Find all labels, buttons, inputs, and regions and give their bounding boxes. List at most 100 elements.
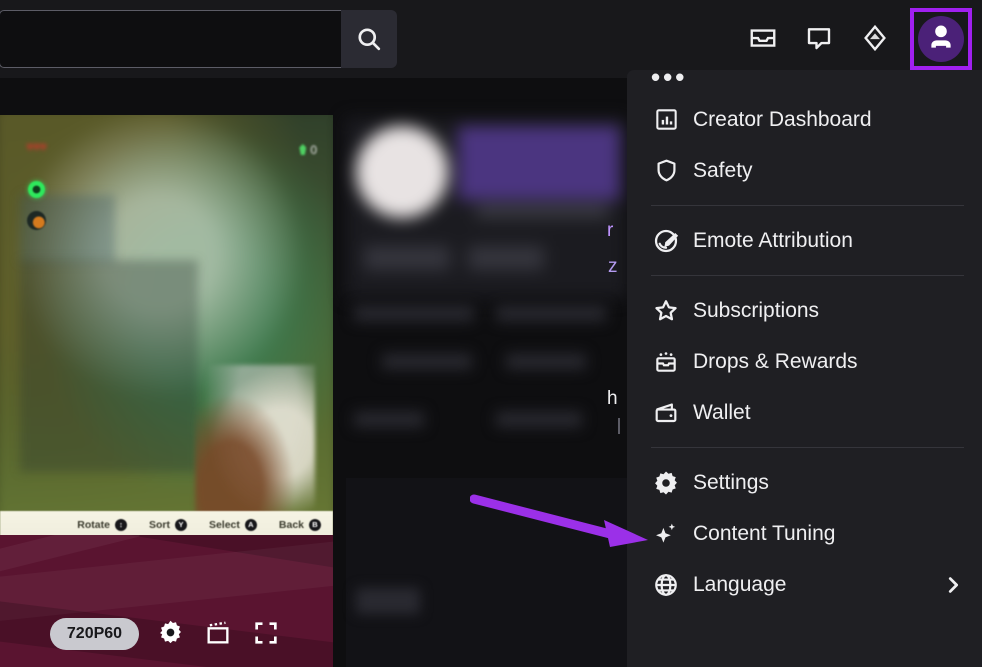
stream-lower-section — [346, 478, 627, 667]
menu-item-language[interactable]: Language — [627, 559, 982, 610]
hud-item: Rotate ↕ — [77, 518, 127, 531]
fullscreen-icon — [252, 619, 280, 650]
hud-label: Rotate — [77, 518, 110, 531]
menu-item-label: Language — [693, 572, 787, 596]
hud-label: Sort — [148, 518, 170, 531]
inbox-icon — [748, 23, 778, 56]
menu-item-label: Settings — [693, 470, 769, 494]
menu-item-label: Drops & Rewards — [693, 349, 858, 373]
game-overlay: ♥♥♥ 0 s built — [0, 115, 333, 545]
menu-item-emote-attribution[interactable]: Emote Attribution — [627, 215, 982, 266]
info-row — [496, 412, 582, 427]
emote-attribution-icon — [651, 226, 681, 256]
hud-button-glyph: Y — [174, 518, 187, 531]
theater-mode-icon — [204, 619, 232, 650]
hud-item: Select A — [208, 518, 257, 531]
channel-title-placeholder — [476, 204, 608, 218]
hud-item: Back B — [278, 518, 321, 531]
stream-info-card — [346, 118, 627, 298]
top-navigation-bar — [0, 0, 982, 78]
game-character-detail — [195, 365, 315, 535]
account-dropdown-menu: ••• Creator Dashboard Safety Emote Attri… — [627, 70, 982, 667]
menu-divider — [651, 447, 964, 448]
hud-label: Back — [278, 518, 304, 531]
drops-rewards-icon — [651, 347, 681, 377]
shield-icon — [651, 156, 681, 186]
menu-item-settings[interactable]: Settings — [627, 457, 982, 508]
hud-item: Sort Y — [148, 518, 187, 531]
menu-item-label: Wallet — [693, 400, 751, 424]
info-row — [382, 354, 472, 369]
occluded-text-fragment: r — [607, 220, 614, 241]
menu-item-label: Content Tuning — [693, 521, 836, 545]
settings-gear-icon — [157, 619, 184, 649]
info-row — [496, 306, 606, 321]
bits-icon — [860, 23, 890, 56]
bits-button[interactable] — [854, 18, 896, 60]
menu-item-label: Safety — [693, 158, 753, 182]
search-button[interactable] — [341, 10, 397, 68]
whispers-button[interactable] — [798, 18, 840, 60]
channel-avatar — [356, 126, 448, 218]
nav-right-actions — [742, 8, 972, 70]
game-hud-bar: Rotate ↕ Sort Y Select A Back B — [0, 511, 333, 538]
quality-badge[interactable]: 720P60 — [49, 618, 140, 650]
rupee-count: 0 — [310, 143, 317, 157]
rupee-gem-icon — [299, 144, 307, 155]
account-menu-button[interactable] — [910, 8, 972, 70]
inbox-button[interactable] — [742, 18, 784, 60]
menu-item-label: Creator Dashboard — [693, 107, 872, 131]
game-health-hearts: ♥♥♥ — [26, 139, 47, 154]
theater-mode-button[interactable] — [201, 617, 235, 651]
hud-button-glyph: A — [244, 518, 257, 531]
hud-label: Select — [208, 518, 240, 531]
menu-overflow-dots: ••• — [651, 70, 688, 92]
player-settings-button[interactable] — [153, 617, 187, 651]
menu-item-wallet[interactable]: Wallet — [627, 387, 982, 438]
info-chip — [356, 588, 420, 614]
menu-item-creator-dashboard[interactable]: Creator Dashboard — [627, 94, 982, 145]
game-rupee-counter: 0 — [299, 143, 317, 157]
channel-action-button — [364, 246, 450, 270]
user-avatar-icon — [924, 20, 958, 59]
menu-divider — [651, 205, 964, 206]
menu-item-label: Subscriptions — [693, 298, 820, 322]
occluded-text-fragment: z — [608, 256, 618, 277]
info-row — [354, 306, 474, 321]
creator-dashboard-icon — [651, 105, 681, 135]
avatar — [918, 16, 964, 62]
gear-icon — [651, 468, 681, 498]
menu-item-subscriptions[interactable]: Subscriptions — [627, 285, 982, 336]
menu-item-safety[interactable]: Safety — [627, 145, 982, 196]
star-icon — [651, 296, 681, 326]
hud-button-glyph: ↕ — [114, 518, 127, 531]
stream-info-rows — [346, 300, 627, 470]
game-marker-green — [28, 181, 45, 198]
player-controls: 720P60 — [0, 617, 333, 651]
menu-item-content-tuning[interactable]: Content Tuning — [627, 508, 982, 559]
stream-info-panel — [333, 78, 627, 667]
occluded-text-fragment: h — [607, 388, 618, 409]
search-icon — [355, 25, 383, 53]
info-row — [354, 412, 424, 427]
search-input[interactable] — [0, 10, 341, 68]
game-item-slot — [27, 211, 46, 230]
occluded-divider — [618, 418, 620, 434]
menu-item-label: Emote Attribution — [693, 228, 853, 252]
fullscreen-button[interactable] — [249, 617, 283, 651]
game-inventory-panel — [20, 260, 198, 472]
screenshot-root: ♥♥♥ 0 s built Rotate ↕ Sort Y Select — [0, 0, 982, 667]
chevron-right-icon — [942, 574, 964, 596]
video-player[interactable]: ♥♥♥ 0 s built Rotate ↕ Sort Y Select — [0, 115, 333, 667]
channel-banner — [458, 126, 620, 200]
wallet-icon — [651, 398, 681, 428]
menu-item-drops-rewards[interactable]: Drops & Rewards — [627, 336, 982, 387]
hud-button-glyph: B — [309, 518, 321, 531]
whispers-icon — [804, 23, 834, 56]
info-row — [506, 354, 586, 369]
menu-items-list: Creator Dashboard Safety Emote Attributi… — [627, 94, 982, 610]
sparkle-icon — [651, 519, 681, 549]
search-container — [0, 10, 397, 68]
channel-action-button — [468, 246, 544, 270]
globe-icon — [651, 570, 681, 600]
